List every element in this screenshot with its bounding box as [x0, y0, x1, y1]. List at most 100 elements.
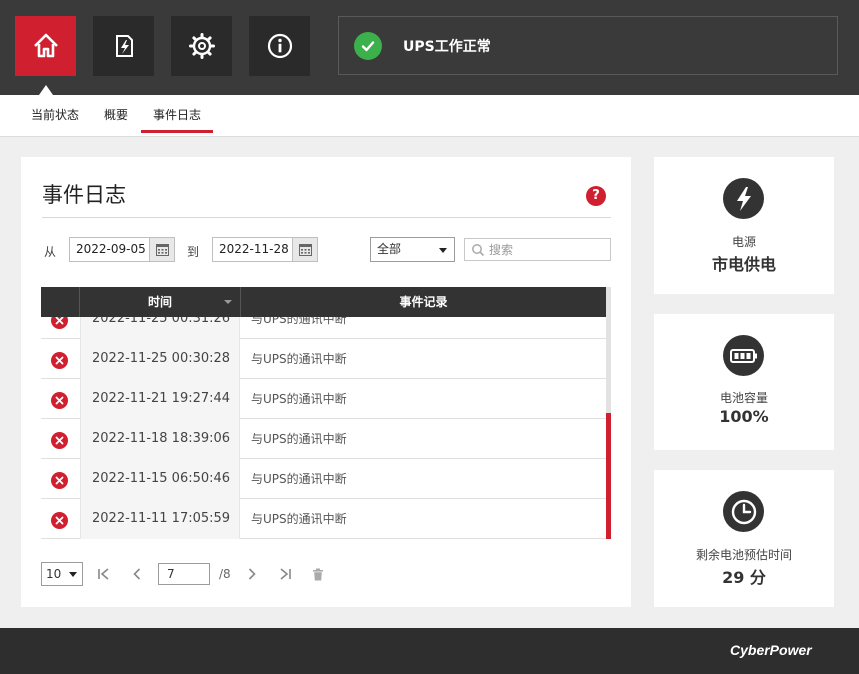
- calendar-icon: [298, 244, 312, 256]
- last-page-button[interactable]: [275, 564, 295, 584]
- home-icon: [33, 33, 58, 58]
- top-bar: UPS工作正常: [0, 0, 859, 95]
- row-time: 2022-11-21 19:27:44: [80, 379, 240, 419]
- row-event: 与UPS的通讯中断: [251, 352, 347, 366]
- footer: CyberPower: [0, 628, 859, 674]
- info-icon: [267, 33, 292, 59]
- trash-icon: [313, 568, 323, 580]
- from-date-value: 2022-09-05: [76, 242, 146, 256]
- row-time: 2022-11-25 00:31:26: [80, 317, 240, 339]
- row-event: 与UPS的通讯中断: [251, 317, 347, 326]
- row-time: 2022-11-18 18:39:06: [80, 419, 240, 459]
- chevron-down-icon: [439, 248, 447, 253]
- table-scrollbar[interactable]: [606, 287, 611, 539]
- tab-summary[interactable]: 概要: [104, 95, 128, 137]
- error-icon: [51, 352, 68, 369]
- row-event: 与UPS的通讯中断: [251, 432, 347, 446]
- battery-capacity-card: 电池容量 100%: [654, 314, 834, 450]
- row-time: 2022-11-15 06:50:46: [80, 459, 240, 499]
- error-icon: [51, 392, 68, 409]
- table-row: 2022-11-11 17:05:59 与UPS的通讯中断: [41, 499, 606, 539]
- table-row: 2022-11-25 00:30:28 与UPS的通讯中断: [41, 339, 606, 379]
- row-time: 2022-11-25 00:30:28: [80, 339, 240, 379]
- page-title: 事件日志: [42, 183, 126, 207]
- to-label: 到: [187, 245, 200, 259]
- row-event: 与UPS的通讯中断: [251, 392, 347, 406]
- check-icon: [354, 31, 382, 60]
- prev-page-button[interactable]: [127, 564, 147, 584]
- chevron-left-icon: [133, 568, 141, 580]
- row-event: 与UPS的通讯中断: [251, 512, 347, 526]
- error-icon: [51, 472, 68, 489]
- table-row: 2022-11-21 19:27:44 与UPS的通讯中断: [41, 379, 606, 419]
- first-page-icon: [98, 568, 109, 580]
- table-row: 2022-11-25 00:31:26 与UPS的通讯中断: [41, 317, 606, 339]
- sort-icon: [224, 300, 232, 304]
- search-input[interactable]: [489, 242, 599, 257]
- power-source-card: 电源 市电供电: [654, 157, 834, 294]
- runtime-card: 剩余电池预估时间 29 分: [654, 470, 834, 607]
- clock-icon: [723, 491, 764, 532]
- current-page-value: 7: [167, 567, 175, 581]
- tab-current-status[interactable]: 当前状态: [31, 95, 79, 137]
- row-time: 2022-11-11 17:05:59: [80, 499, 240, 539]
- power-source-value: 市电供电: [711, 255, 776, 274]
- nav-settings-button[interactable]: [171, 16, 232, 76]
- active-nav-pointer: [39, 85, 53, 95]
- current-page-input[interactable]: 7: [158, 563, 210, 585]
- nav-power-button[interactable]: [93, 16, 154, 76]
- power-bolt-icon: [115, 35, 133, 57]
- ups-status-text: UPS工作正常: [403, 38, 491, 55]
- table-row: 2022-11-15 06:50:46 与UPS的通讯中断: [41, 459, 606, 499]
- ups-status-box: UPS工作正常: [338, 16, 838, 75]
- error-icon: [51, 317, 68, 329]
- nav-home-button[interactable]: [15, 16, 76, 76]
- scrollbar-thumb[interactable]: [606, 413, 611, 539]
- header-time-label: 时间: [147, 295, 172, 309]
- calendar-icon: [155, 244, 169, 256]
- page-size-value: 10: [46, 567, 62, 581]
- battery-capacity-label: 电池容量: [719, 391, 768, 405]
- next-page-button[interactable]: [242, 564, 262, 584]
- first-page-button[interactable]: [94, 564, 114, 584]
- runtime-label: 剩余电池预估时间: [695, 548, 792, 562]
- brand-logo: CyberPower: [730, 642, 812, 658]
- header-icon-column: [41, 287, 80, 317]
- delete-button[interactable]: [308, 564, 328, 584]
- page-size-select[interactable]: 10: [41, 562, 83, 586]
- total-pages: /8: [219, 567, 231, 581]
- last-page-icon: [280, 568, 291, 580]
- chevron-down-icon: [69, 572, 77, 577]
- from-date-field[interactable]: 2022-09-05: [69, 237, 175, 262]
- header-time[interactable]: 时间: [80, 287, 241, 317]
- row-event: 与UPS的通讯中断: [251, 472, 347, 486]
- from-label: 从: [44, 245, 57, 259]
- tab-event-log[interactable]: 事件日志: [140, 95, 214, 137]
- from-calendar-button[interactable]: [149, 238, 174, 261]
- sub-nav: 当前状态 概要 事件日志: [0, 95, 859, 137]
- battery-capacity-value: 100%: [719, 407, 769, 426]
- error-icon: [51, 512, 68, 529]
- battery-icon: [723, 335, 764, 376]
- search-box[interactable]: [464, 238, 611, 261]
- table-header: 时间 事件记录: [41, 287, 606, 317]
- lightning-icon: [723, 178, 764, 219]
- gear-icon: [188, 33, 215, 59]
- title-divider: [42, 217, 611, 218]
- search-icon: [472, 243, 485, 256]
- error-icon: [51, 432, 68, 449]
- to-calendar-button[interactable]: [292, 238, 317, 261]
- header-event: 事件记录: [241, 287, 606, 317]
- to-date-field[interactable]: 2022-11-28: [212, 237, 318, 262]
- event-table-body: 2022-11-25 00:31:26 与UPS的通讯中断 2022-11-25…: [41, 317, 606, 539]
- event-filter-select[interactable]: 全部: [370, 237, 455, 262]
- event-filter-value: 全部: [377, 242, 402, 256]
- help-icon[interactable]: ?: [586, 186, 606, 206]
- runtime-value: 29 分: [722, 568, 766, 587]
- nav-info-button[interactable]: [249, 16, 310, 76]
- header-event-label: 事件记录: [399, 295, 448, 309]
- power-source-label: 电源: [731, 235, 756, 249]
- to-date-value: 2022-11-28: [219, 242, 289, 256]
- event-log-panel: 事件日志 ? 从 2022-09-05 到 2022-11-28 全部 搜索 时…: [21, 157, 631, 607]
- table-row: 2022-11-18 18:39:06 与UPS的通讯中断: [41, 419, 606, 459]
